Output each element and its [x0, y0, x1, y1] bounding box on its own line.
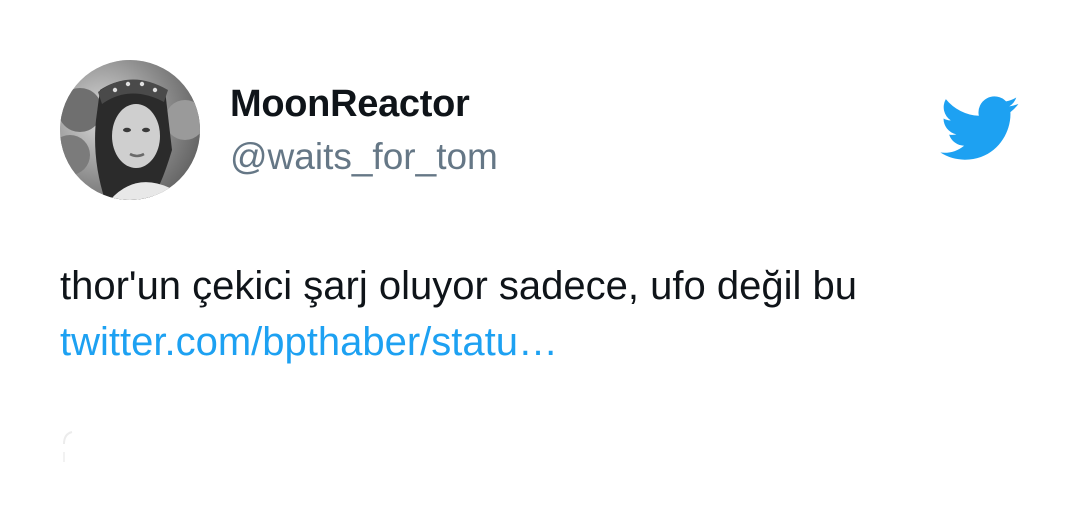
author-avatar[interactable] — [60, 60, 200, 200]
tweet-card: MoonReactor @waits_for_tom thor'un çekic… — [0, 0, 1080, 526]
faint-glyph-svg — [63, 431, 73, 462]
tweet-body: thor'un çekici şarj oluyor sadece, ufo d… — [60, 258, 1040, 370]
tweet-text: thor'un çekici şarj oluyor sadece, ufo d… — [60, 264, 857, 308]
twitter-bird-svg — [940, 96, 1019, 160]
avatar-photo-icon — [60, 60, 200, 200]
author-handle[interactable]: @waits_for_tom — [230, 134, 498, 180]
tweet-link[interactable]: twitter.com/bpthaber/statu… — [60, 314, 1040, 370]
faint-glyph-fragment — [60, 428, 74, 464]
twitter-bird-icon[interactable] — [940, 96, 1020, 162]
author-display-name[interactable]: MoonReactor — [230, 80, 470, 128]
